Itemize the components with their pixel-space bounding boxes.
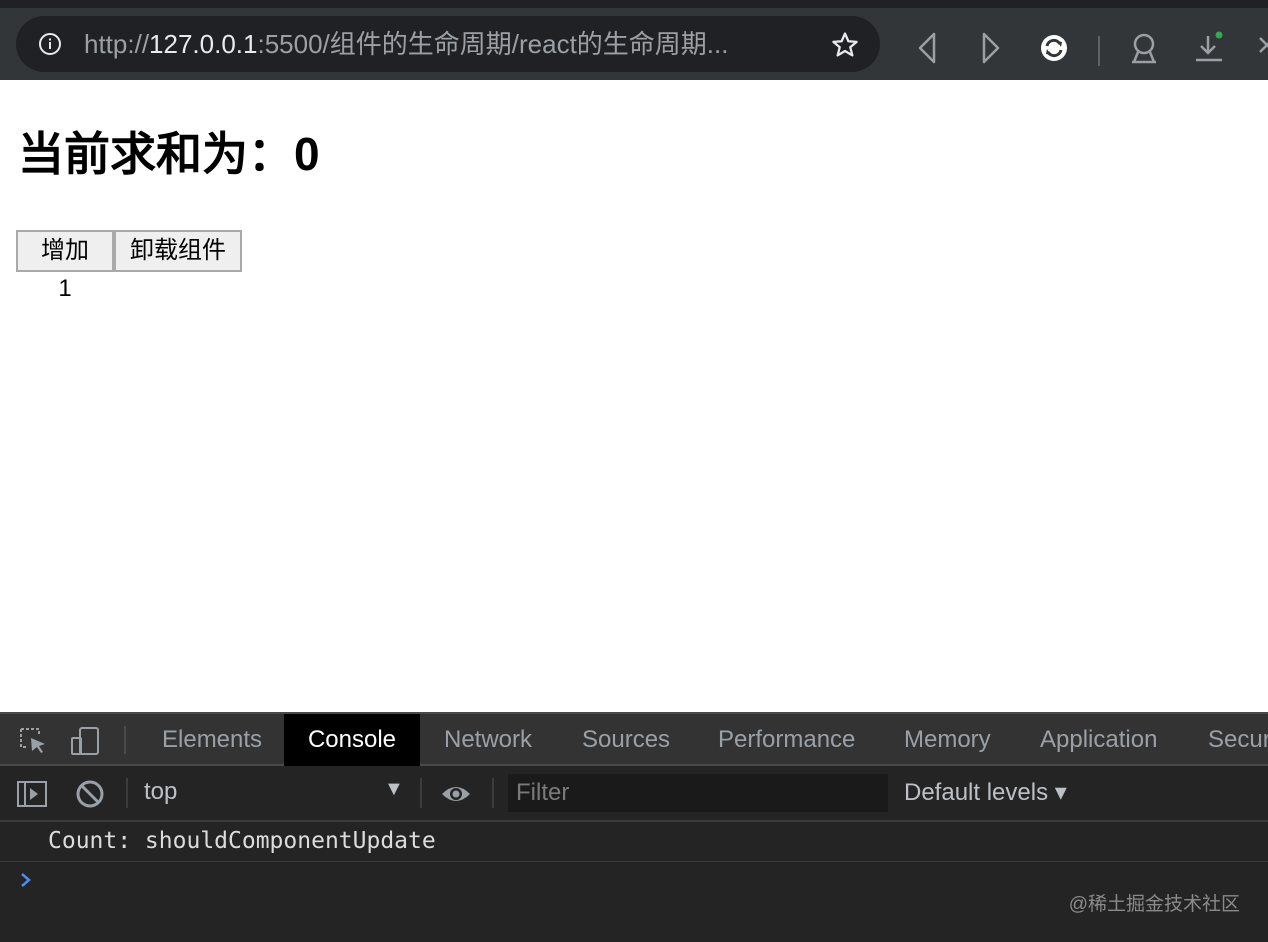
context-selector[interactable]: top — [144, 778, 177, 806]
eye-icon[interactable] — [440, 778, 472, 810]
url-scheme: http:// — [84, 29, 150, 59]
star-icon[interactable] — [830, 30, 860, 60]
page-title: 当前求和为：0 — [18, 128, 320, 180]
profile-icon[interactable] — [1126, 30, 1162, 66]
console-toolbar: top ▼ Default levels ▾ — [0, 766, 1268, 822]
increment-button[interactable]: 增加 1 — [16, 230, 114, 302]
toolbar-divider — [126, 778, 128, 808]
toolbar-divider — [420, 778, 422, 808]
tab-application[interactable]: Application — [1020, 714, 1177, 766]
console-log-row: Count: shouldComponentUpdate — [0, 822, 1268, 862]
tab-console[interactable]: Console — [284, 714, 420, 766]
back-icon[interactable] — [910, 30, 946, 66]
filter-input[interactable] — [508, 774, 888, 812]
device-toolbar-icon[interactable] — [70, 726, 100, 756]
url-text[interactable]: http://127.0.0.1:5500/组件的生命周期/react的生命周期… — [84, 28, 804, 60]
unmount-button[interactable]: 卸载组件 — [114, 230, 242, 272]
tab-security[interactable]: Secur — [1188, 714, 1268, 766]
browser-toolbar: http://127.0.0.1:5500/组件的生命周期/react的生命周期… — [0, 0, 1268, 80]
close-icon[interactable] — [1254, 30, 1268, 66]
devtools-tabbar: Elements Console Network Sources Perform… — [0, 712, 1268, 766]
context-dropdown-icon[interactable]: ▼ — [384, 778, 404, 801]
watermark: @稀土掘金技术社区 — [1068, 894, 1240, 915]
log-levels-dropdown[interactable]: Default levels ▾ — [904, 778, 1067, 807]
console-prompt-icon[interactable] — [16, 870, 36, 890]
clear-console-icon[interactable] — [74, 778, 106, 810]
tab-performance[interactable]: Performance — [698, 714, 875, 766]
toolbar-divider — [1098, 36, 1100, 66]
console-message: Count: shouldComponentUpdate — [48, 828, 436, 854]
url-path: :5500/组件的生命周期/react的生命周期... — [257, 29, 729, 59]
reload-icon[interactable] — [1036, 30, 1072, 66]
toolbar-divider — [492, 778, 494, 808]
url-host: 127.0.0.1 — [149, 29, 258, 59]
address-bar[interactable]: http://127.0.0.1:5500/组件的生命周期/react的生命周期… — [16, 16, 880, 72]
info-icon[interactable] — [38, 32, 62, 56]
tab-sources[interactable]: Sources — [562, 714, 690, 766]
tab-memory[interactable]: Memory — [884, 714, 1011, 766]
sidebar-toggle-icon[interactable] — [16, 778, 48, 810]
inspect-element-icon[interactable] — [18, 726, 48, 756]
tab-network[interactable]: Network — [424, 714, 552, 766]
download-icon[interactable] — [1192, 30, 1228, 66]
tabbar-divider — [124, 726, 126, 754]
devtools-panel: Elements Console Network Sources Perform… — [0, 712, 1268, 942]
forward-icon[interactable] — [972, 30, 1008, 66]
tab-elements[interactable]: Elements — [142, 714, 282, 766]
